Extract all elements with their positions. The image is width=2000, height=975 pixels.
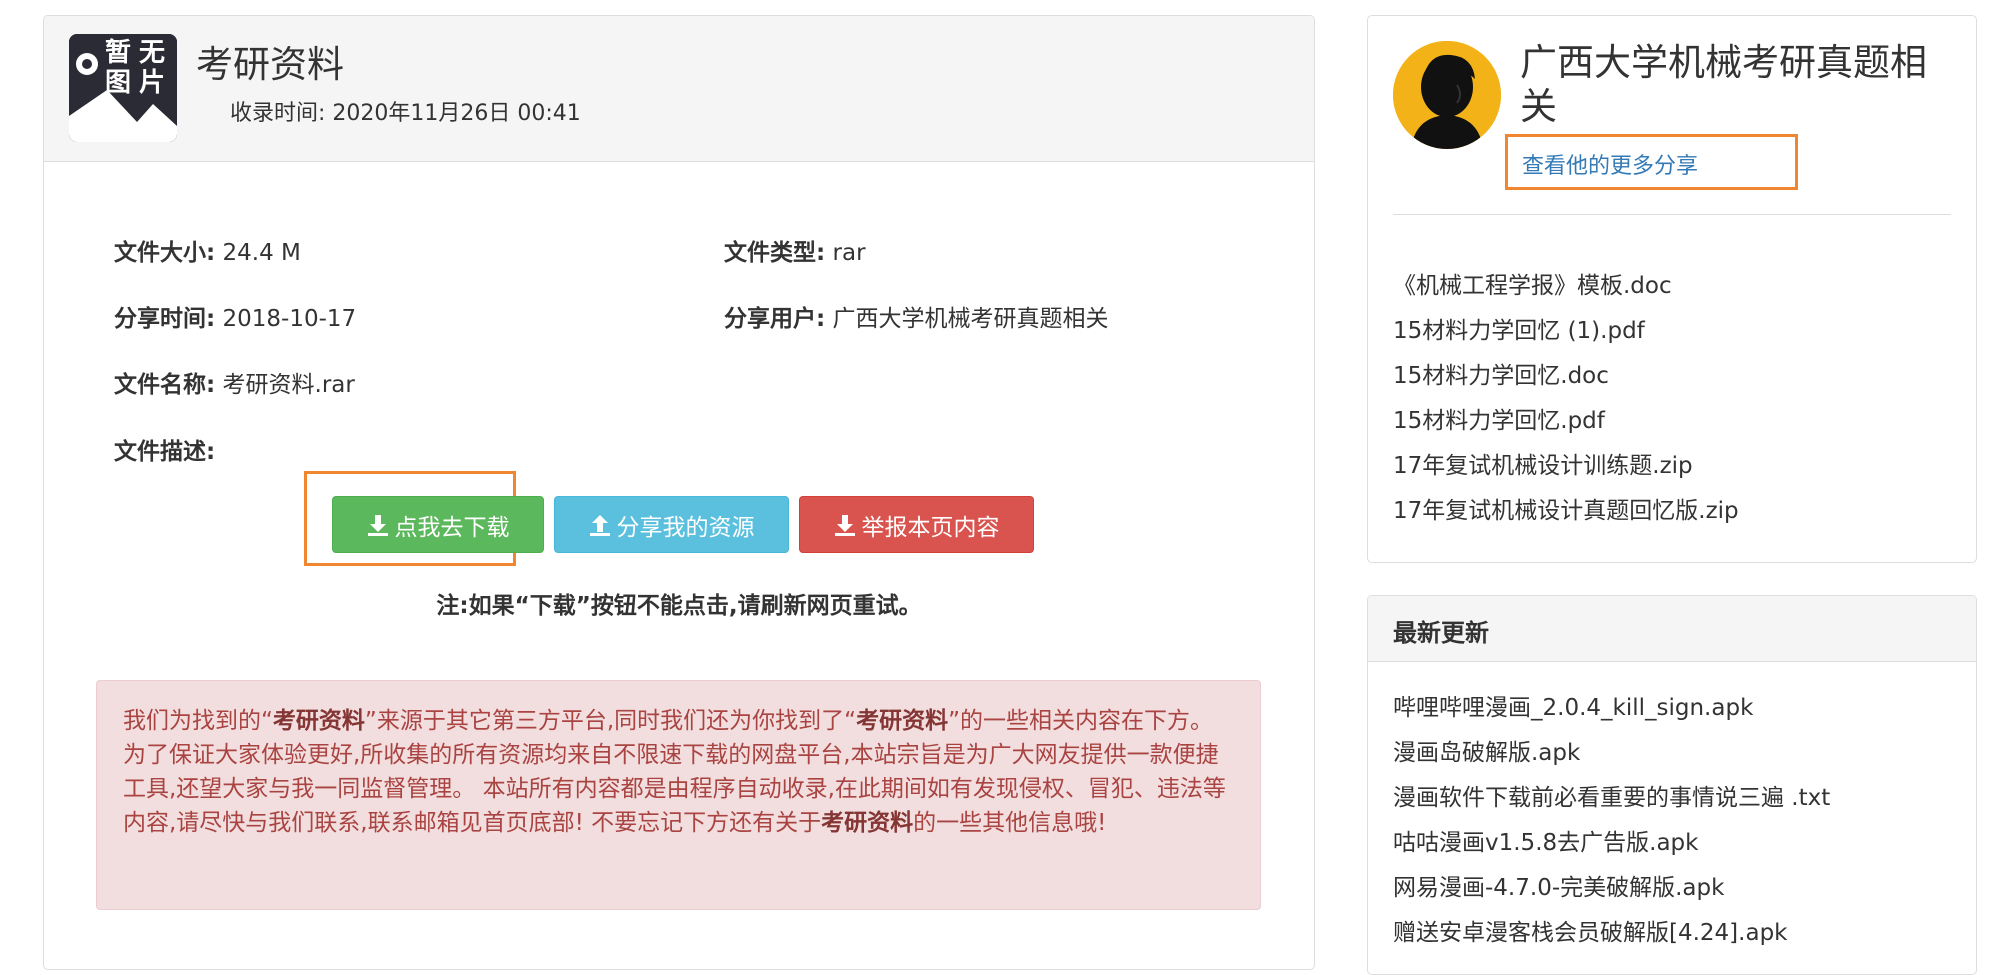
file-size-value: 24.4 M bbox=[222, 240, 301, 266]
list-item[interactable]: 赠送安卓漫客栈会员破解版[4.24].apk bbox=[1393, 911, 1830, 956]
download-icon bbox=[367, 514, 388, 536]
list-item[interactable]: 漫画岛破解版.apk bbox=[1393, 731, 1830, 776]
thumb-char: 无 bbox=[139, 38, 166, 68]
alert-text: 我们为找到的“ bbox=[123, 708, 273, 734]
thumb-char: 暂 bbox=[105, 38, 132, 68]
share-user-value: 广西大学机械考研真题相关 bbox=[832, 306, 1109, 332]
file-header: 暂 无 图 片 考研资料 收录时间: 2020年11月26日 00:41 bbox=[44, 16, 1314, 162]
download-button[interactable]: 点我去下载 bbox=[332, 496, 544, 553]
author-name: 广西大学机械考研真题相关 bbox=[1520, 41, 1927, 128]
share-resource-button[interactable]: 分享我的资源 bbox=[554, 496, 789, 553]
file-desc-label: 文件描述: bbox=[114, 439, 216, 465]
list-item[interactable]: 哔哩哔哩漫画_2.0.4_kill_sign.apk bbox=[1393, 686, 1830, 731]
list-item[interactable]: 15材料力学回忆.doc bbox=[1393, 354, 1739, 399]
list-item[interactable]: 17年复试机械设计真题回忆版.zip bbox=[1393, 489, 1739, 534]
upload-icon bbox=[589, 514, 610, 536]
alert-text: 的一些其他信息哦! bbox=[913, 810, 1107, 836]
download-button-label: 点我去下载 bbox=[394, 514, 510, 541]
file-type-row: 文件类型: rar bbox=[724, 233, 866, 267]
thumb-char: 片 bbox=[139, 68, 166, 98]
list-item[interactable]: 《机械工程学报》模板.doc bbox=[1393, 264, 1739, 309]
collected-label: 收录时间: bbox=[230, 101, 326, 126]
alert-keyword: 考研资料 bbox=[821, 810, 914, 836]
latest-file-list: 哔哩哔哩漫画_2.0.4_kill_sign.apk 漫画岛破解版.apk 漫画… bbox=[1393, 686, 1830, 956]
author-file-list: 《机械工程学报》模板.doc 15材料力学回忆 (1).pdf 15材料力学回忆… bbox=[1393, 264, 1739, 534]
list-item[interactable]: 咕咕漫画v1.5.8去广告版.apk bbox=[1393, 821, 1830, 866]
list-item[interactable]: 网易漫画-4.7.0-完美破解版.apk bbox=[1393, 866, 1830, 911]
download-note: 注:如果“下载”按钮不能点击,请刷新网页重试。 bbox=[436, 593, 922, 619]
latest-updates-panel: 最新更新 哔哩哔哩漫画_2.0.4_kill_sign.apk 漫画岛破解版.a… bbox=[1367, 595, 1977, 975]
file-size-row: 文件大小: 24.4 M bbox=[114, 233, 301, 267]
collected-time: 收录时间: 2020年11月26日 00:41 bbox=[230, 95, 581, 127]
latest-title: 最新更新 bbox=[1393, 619, 1489, 647]
alert-text: ”来源于其它第三方平台,同时我们还为你找到了“ bbox=[364, 708, 857, 734]
page-title: 考研资料 bbox=[196, 43, 344, 86]
list-item[interactable]: 17年复试机械设计训练题.zip bbox=[1393, 444, 1739, 489]
disclaimer-alert: 我们为找到的“考研资料”来源于其它第三方平台,同时我们还为你找到了“考研资料”的… bbox=[96, 680, 1261, 910]
download-icon bbox=[834, 514, 855, 536]
list-item[interactable]: 漫画软件下载前必看重要的事情说三遍 .txt bbox=[1393, 776, 1830, 821]
file-type-value: rar bbox=[832, 240, 866, 266]
file-detail-panel: 暂 无 图 片 考研资料 收录时间: 2020年11月26日 00:41 文件大… bbox=[43, 15, 1315, 970]
file-size-label: 文件大小: bbox=[114, 240, 216, 266]
more-shares-link[interactable]: 查看他的更多分享 bbox=[1522, 148, 1698, 180]
list-item[interactable]: 15材料力学回忆.pdf bbox=[1393, 399, 1739, 444]
share-button-label: 分享我的资源 bbox=[616, 514, 755, 541]
collected-value: 2020年11月26日 00:41 bbox=[332, 101, 581, 126]
alert-keyword: 考研资料 bbox=[272, 708, 365, 734]
no-image-icon: 暂 无 图 片 bbox=[69, 34, 177, 142]
share-user-row: 分享用户: 广西大学机械考研真题相关 bbox=[724, 299, 1109, 333]
file-desc-row: 文件描述: bbox=[114, 432, 215, 466]
avatar bbox=[1393, 41, 1501, 149]
report-button[interactable]: 举报本页内容 bbox=[799, 496, 1034, 553]
divider bbox=[1393, 214, 1951, 215]
file-type-label: 文件类型: bbox=[724, 240, 826, 266]
avatar-silhouette-icon bbox=[1393, 41, 1501, 149]
file-name-row: 文件名称: 考研资料.rar bbox=[114, 365, 355, 399]
share-user-label: 分享用户: bbox=[724, 306, 826, 332]
file-name-label: 文件名称: bbox=[114, 372, 216, 398]
latest-header: 最新更新 bbox=[1368, 596, 1976, 662]
author-panel: 广西大学机械考研真题相关 查看他的更多分享 《机械工程学报》模板.doc 15材… bbox=[1367, 15, 1977, 563]
report-button-label: 举报本页内容 bbox=[861, 514, 1000, 541]
share-time-row: 分享时间: 2018-10-17 bbox=[114, 299, 356, 333]
share-time-value: 2018-10-17 bbox=[222, 306, 357, 332]
alert-keyword: 考研资料 bbox=[856, 708, 949, 734]
thumb-char: 图 bbox=[105, 68, 132, 98]
share-time-label: 分享时间: bbox=[114, 306, 216, 332]
list-item[interactable]: 15材料力学回忆 (1).pdf bbox=[1393, 309, 1739, 354]
file-name-value: 考研资料.rar bbox=[222, 372, 355, 398]
